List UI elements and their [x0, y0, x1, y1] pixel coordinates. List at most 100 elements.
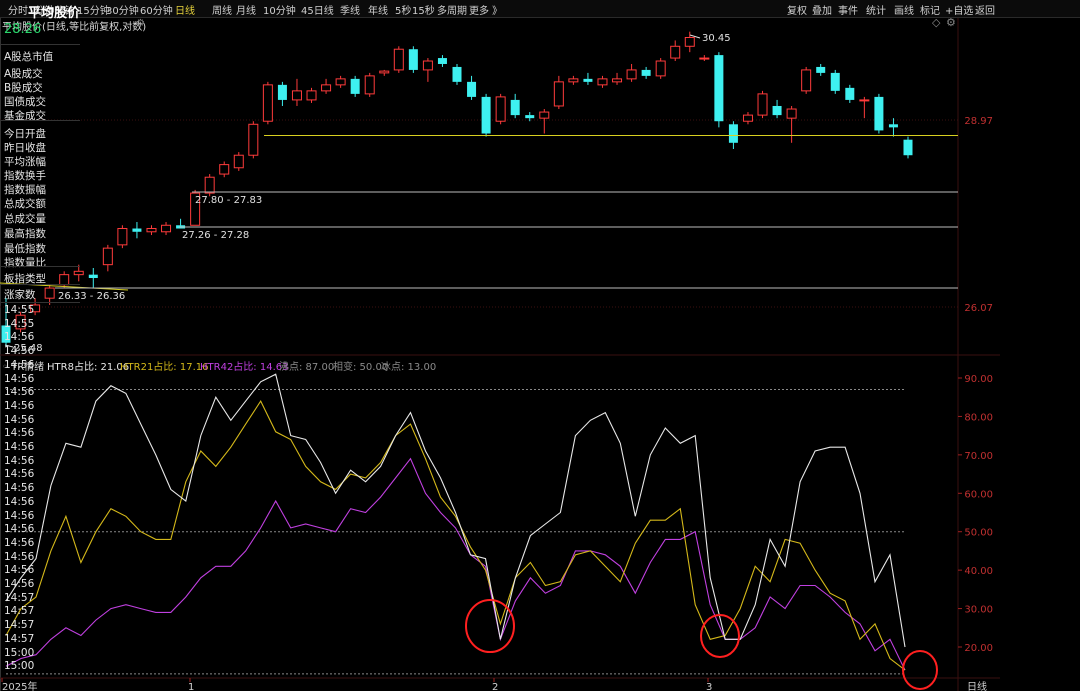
side-item-2[interactable]: B股成交 — [4, 80, 43, 95]
candlestick — [102, 244, 113, 272]
legend-label: HTR42占比: — [200, 362, 257, 373]
candlestick — [655, 58, 666, 79]
candle-body — [132, 228, 142, 232]
candle-body — [539, 111, 550, 119]
candle-body — [670, 45, 681, 59]
candlestick — [132, 222, 142, 239]
candle-body — [612, 78, 623, 83]
side-item-1[interactable]: A股成交 — [4, 66, 43, 81]
period-tab-9[interactable]: 10分钟 — [263, 2, 296, 17]
indicator-legend-item-5: 冰点: 13.00 — [381, 358, 436, 373]
candlestick — [757, 90, 768, 119]
period-tab-13[interactable]: 5秒 — [395, 2, 411, 17]
candlestick — [248, 121, 259, 159]
candle-body — [903, 139, 913, 156]
side-item-12[interactable]: 最高指数 — [4, 226, 46, 241]
candle-body — [44, 287, 55, 299]
candle-body — [161, 224, 172, 233]
candle-body — [583, 78, 593, 82]
candlestick — [204, 174, 215, 197]
period-tab-4[interactable]: 30分钟 — [106, 2, 139, 17]
toolbar-action-2[interactable]: 事件 — [838, 2, 858, 17]
side-time-row: 14:56 — [4, 564, 35, 577]
candlestick — [597, 75, 608, 88]
side-time-row: 14:57 — [4, 591, 35, 604]
toolbar-action-7[interactable]: 返回 — [975, 2, 995, 17]
x-axis-label: 3 — [706, 682, 712, 691]
side-time-row: 14:56 — [4, 495, 35, 508]
candle-body — [467, 81, 477, 97]
candlestick — [291, 78, 302, 106]
period-tab-5[interactable]: 60分钟 — [140, 2, 173, 17]
candle-body — [146, 228, 157, 233]
side-time-row: 14:56 — [4, 482, 35, 495]
candlestick — [437, 55, 447, 67]
marker-circle — [902, 650, 938, 690]
period-tab-6[interactable]: 日线 — [175, 2, 195, 17]
side-item-8[interactable]: 指数换手 — [4, 168, 46, 183]
candlestick — [553, 75, 564, 110]
side-time-row: 15:00 — [4, 646, 35, 659]
side-separator — [0, 44, 80, 45]
period-tab-7[interactable]: 周线 — [212, 2, 232, 17]
side-item-5[interactable]: 今日开盘 — [4, 126, 46, 141]
candle-body — [874, 96, 884, 131]
candlestick — [321, 78, 332, 94]
side-item-6[interactable]: 昨日收盘 — [4, 140, 46, 155]
indicator-axis-label: 90.00 — [964, 374, 993, 385]
toolbar-action-4[interactable]: 画线 — [894, 2, 914, 17]
candle-body — [655, 60, 666, 77]
toolbar-action-1[interactable]: 叠加 — [812, 2, 832, 17]
zone-label: 27.80 - 27.83 — [195, 195, 262, 206]
side-item-13[interactable]: 最低指数 — [4, 241, 46, 256]
side-separator — [0, 120, 80, 121]
candle-body — [364, 75, 375, 95]
candle-body — [626, 69, 637, 80]
toolbar-action-6[interactable]: +自选 — [945, 2, 973, 17]
side-item-14[interactable]: 指数量比 — [4, 255, 46, 270]
candlestick — [73, 264, 84, 282]
side-item-16[interactable]: 涨家数 — [4, 287, 36, 302]
side-item-10[interactable]: 总成交额 — [4, 196, 46, 211]
zone-label: 27.26 - 27.28 — [182, 230, 249, 241]
toolbar-action-5[interactable]: 标记 — [920, 2, 940, 17]
settings-icon[interactable]: ⚙ — [946, 16, 956, 29]
gear-icon[interactable]: ⚙ — [136, 18, 145, 29]
period-tab-10[interactable]: 45日线 — [301, 2, 334, 17]
toolbar-action-3[interactable]: 统计 — [866, 2, 886, 17]
toolbar-action-0[interactable]: 复权 — [787, 2, 807, 17]
side-item-11[interactable]: 总成交量 — [4, 211, 46, 226]
diamond-icon[interactable]: ◇ — [932, 16, 940, 29]
indicator-axis-label: 70.00 — [964, 451, 993, 462]
period-tab-3[interactable]: 15分钟 — [77, 2, 110, 17]
candlestick — [903, 136, 913, 159]
period-tab-11[interactable]: 季线 — [340, 2, 360, 17]
candlestick — [262, 81, 273, 125]
legend-label: 沸点: — [279, 362, 303, 373]
period-tab-12[interactable]: 年线 — [368, 2, 388, 17]
candlestick — [714, 52, 724, 128]
candle-body — [88, 274, 98, 278]
candle-body — [422, 60, 433, 71]
side-separator — [0, 266, 80, 267]
period-tab-8[interactable]: 月线 — [236, 2, 256, 17]
indicator-axis-label: 60.00 — [964, 489, 993, 500]
candlestick — [525, 112, 535, 122]
side-item-9[interactable]: 指数振幅 — [4, 182, 46, 197]
period-tab-16[interactable]: 更多 》 — [469, 2, 502, 17]
candle-body — [772, 105, 782, 116]
side-item-3[interactable]: 国债成交 — [4, 94, 46, 109]
side-time-row: 14:56 — [4, 550, 35, 563]
candle-body — [350, 78, 360, 94]
period-tab-14[interactable]: 15秒 — [412, 2, 435, 17]
htr8-line — [5, 373, 906, 648]
period-tab-15[interactable]: 多周期 — [437, 2, 467, 17]
candle-body — [553, 81, 564, 107]
candle-body — [248, 123, 259, 156]
marker-circle — [465, 599, 515, 653]
candlestick — [801, 66, 812, 94]
side-panel-title: 平均股价 — [27, 6, 80, 21]
side-item-0[interactable]: A股总市值 — [4, 49, 53, 64]
side-item-7[interactable]: 平均涨幅 — [4, 154, 46, 169]
candlestick — [219, 161, 230, 178]
